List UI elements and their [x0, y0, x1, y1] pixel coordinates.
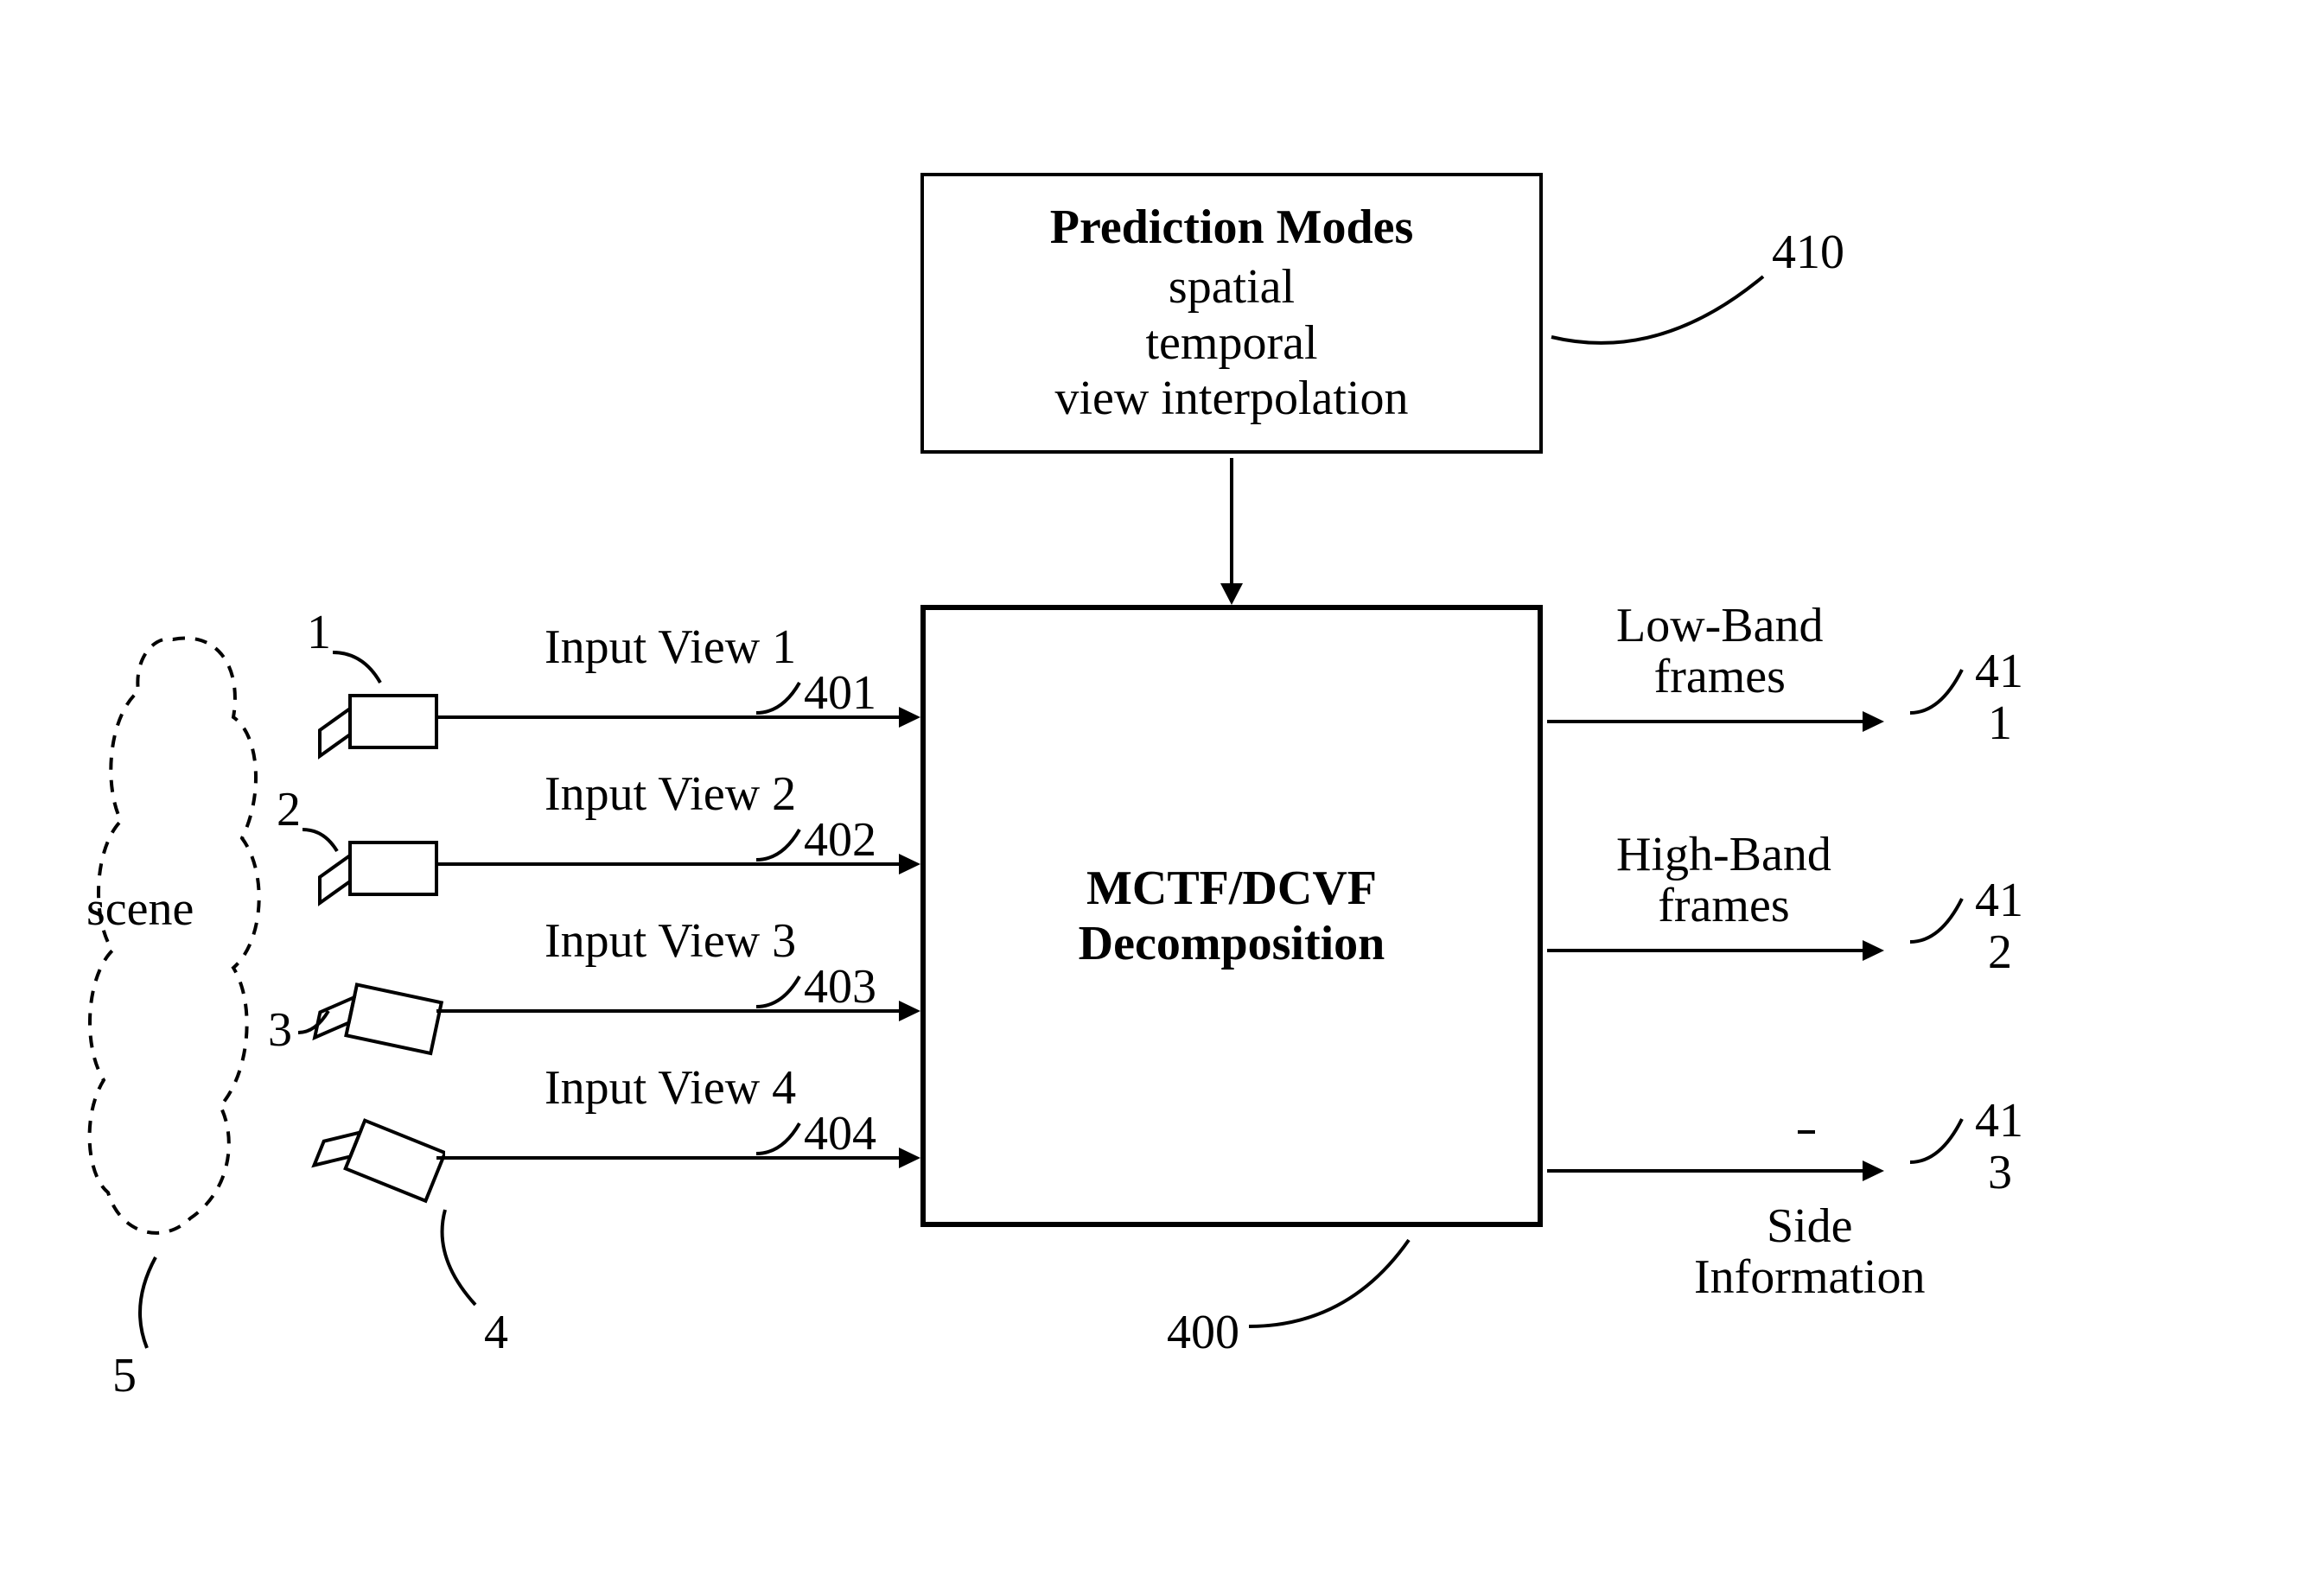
- leader-412: [1906, 894, 1975, 946]
- prediction-line1: spatial: [1169, 259, 1295, 315]
- ref-out1b: 1: [1988, 696, 2012, 751]
- leader-403: [752, 972, 812, 1015]
- ref-prediction: 410: [1772, 225, 1844, 280]
- leader-cam1: [328, 648, 398, 691]
- sideinfo-label: Side Information: [1694, 1201, 1925, 1303]
- ref-out1a: 41: [1975, 644, 2023, 699]
- ref-cam2: 2: [277, 782, 301, 837]
- prediction-modes-box: Prediction Modes spatial temporal view i…: [920, 173, 1543, 454]
- camera-1-icon: [307, 683, 445, 769]
- leader-411: [1906, 665, 1975, 717]
- leader-413: [1906, 1115, 1975, 1167]
- tick-mark: [1793, 1123, 1819, 1141]
- leader-scene: [121, 1253, 190, 1357]
- arrow-output-lowband: [1547, 704, 1893, 739]
- scene-cloud: [61, 605, 285, 1279]
- arrow-output-sideinfo: [1547, 1154, 1893, 1188]
- leader-410: [1547, 268, 1772, 372]
- arrow-output-highband: [1547, 933, 1893, 968]
- leader-cam3: [294, 1007, 337, 1037]
- ref-view2: 402: [804, 812, 876, 868]
- lowband-label: Low-Band frames: [1616, 601, 1824, 703]
- ref-cam3: 3: [268, 1002, 292, 1058]
- scene-label: scene: [86, 881, 194, 937]
- ref-main: 400: [1167, 1305, 1239, 1360]
- camera-4-icon: [307, 1115, 445, 1218]
- leader-404: [752, 1119, 812, 1162]
- ref-out3b: 3: [1988, 1145, 2012, 1200]
- main-box-line2: Decomposition: [1079, 916, 1385, 971]
- prediction-line2: temporal: [1145, 315, 1317, 371]
- ref-out3a: 41: [1975, 1093, 2023, 1148]
- leader-cam4: [424, 1205, 510, 1318]
- ref-out2b: 2: [1988, 925, 2012, 980]
- leader-cam2: [298, 825, 350, 860]
- mctf-dcvf-box: MCTF/DCVF Decomposition: [920, 605, 1543, 1227]
- prediction-title: Prediction Modes: [1050, 200, 1413, 255]
- ref-view3: 403: [804, 959, 876, 1014]
- input-view-3-label: Input View 3: [545, 916, 796, 967]
- arrow-prediction-to-main: [1210, 454, 1253, 609]
- ref-out2a: 41: [1975, 873, 2023, 928]
- input-view-1-label: Input View 1: [545, 622, 796, 673]
- input-view-4-label: Input View 4: [545, 1063, 796, 1114]
- leader-401: [752, 678, 812, 722]
- diagram-container: scene 1 2 3 4 5 P: [0, 0, 2312, 1596]
- prediction-line3: view interpolation: [1054, 371, 1408, 426]
- ref-view4: 404: [804, 1106, 876, 1161]
- input-view-2-label: Input View 2: [545, 769, 796, 820]
- leader-402: [752, 825, 812, 868]
- main-box-line1: MCTF/DCVF: [1086, 861, 1377, 916]
- highband-label: High-Band frames: [1616, 830, 1831, 932]
- ref-view1: 401: [804, 665, 876, 721]
- ref-cam1: 1: [307, 605, 331, 660]
- leader-400: [1245, 1231, 1417, 1335]
